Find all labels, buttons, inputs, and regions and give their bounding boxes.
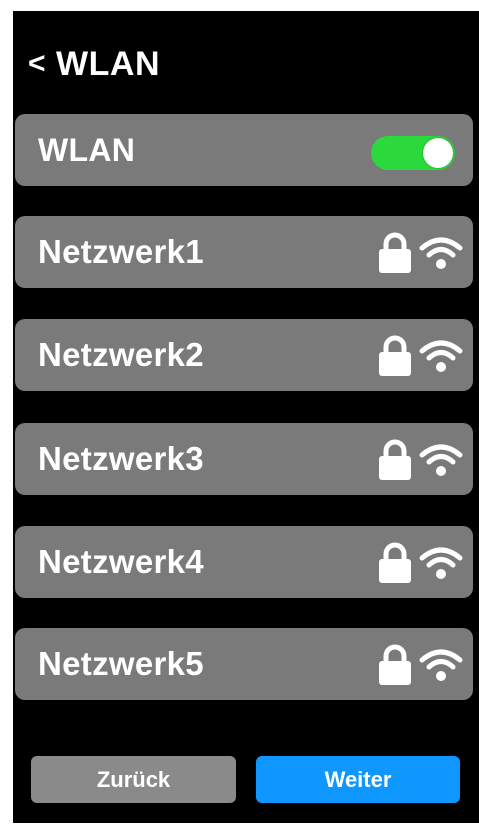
next-button[interactable]: Weiter — [256, 756, 460, 803]
lock-icon — [379, 335, 411, 376]
wifi-icon — [419, 237, 463, 269]
back-button[interactable]: Zurück — [31, 756, 236, 803]
wifi-icon — [419, 547, 463, 579]
wlan-toggle-label: WLAN — [38, 131, 136, 168]
wifi-icon — [419, 444, 463, 476]
page-title: WLAN — [56, 44, 160, 83]
wlan-toggle-row[interactable]: WLAN — [15, 114, 473, 186]
back-chevron-icon: < — [28, 47, 47, 80]
wlan-toggle-switch[interactable] — [371, 136, 455, 170]
network-status-icons — [377, 541, 463, 585]
back-navigation[interactable]: < WLAN — [28, 44, 160, 84]
network-item-5[interactable]: Netzwerk5 — [15, 628, 473, 700]
lock-icon — [379, 232, 411, 273]
network-item-4[interactable]: Netzwerk4 — [15, 526, 473, 598]
network-name: Netzwerk3 — [38, 440, 204, 477]
toggle-knob — [423, 138, 453, 168]
lock-icon — [379, 439, 411, 480]
lock-icon — [379, 644, 411, 685]
lock-icon — [379, 542, 411, 583]
network-status-icons — [377, 231, 463, 275]
network-name: Netzwerk4 — [38, 543, 204, 580]
network-status-icons — [377, 334, 463, 378]
wifi-icon — [419, 649, 463, 681]
network-name: Netzwerk2 — [38, 336, 204, 373]
network-name: Netzwerk1 — [38, 233, 204, 270]
network-item-3[interactable]: Netzwerk3 — [15, 423, 473, 495]
network-status-icons — [377, 643, 463, 687]
network-item-1[interactable]: Netzwerk1 — [15, 216, 473, 288]
network-item-2[interactable]: Netzwerk2 — [15, 319, 473, 391]
network-name: Netzwerk5 — [38, 645, 204, 682]
wifi-icon — [419, 340, 463, 372]
network-status-icons — [377, 438, 463, 482]
